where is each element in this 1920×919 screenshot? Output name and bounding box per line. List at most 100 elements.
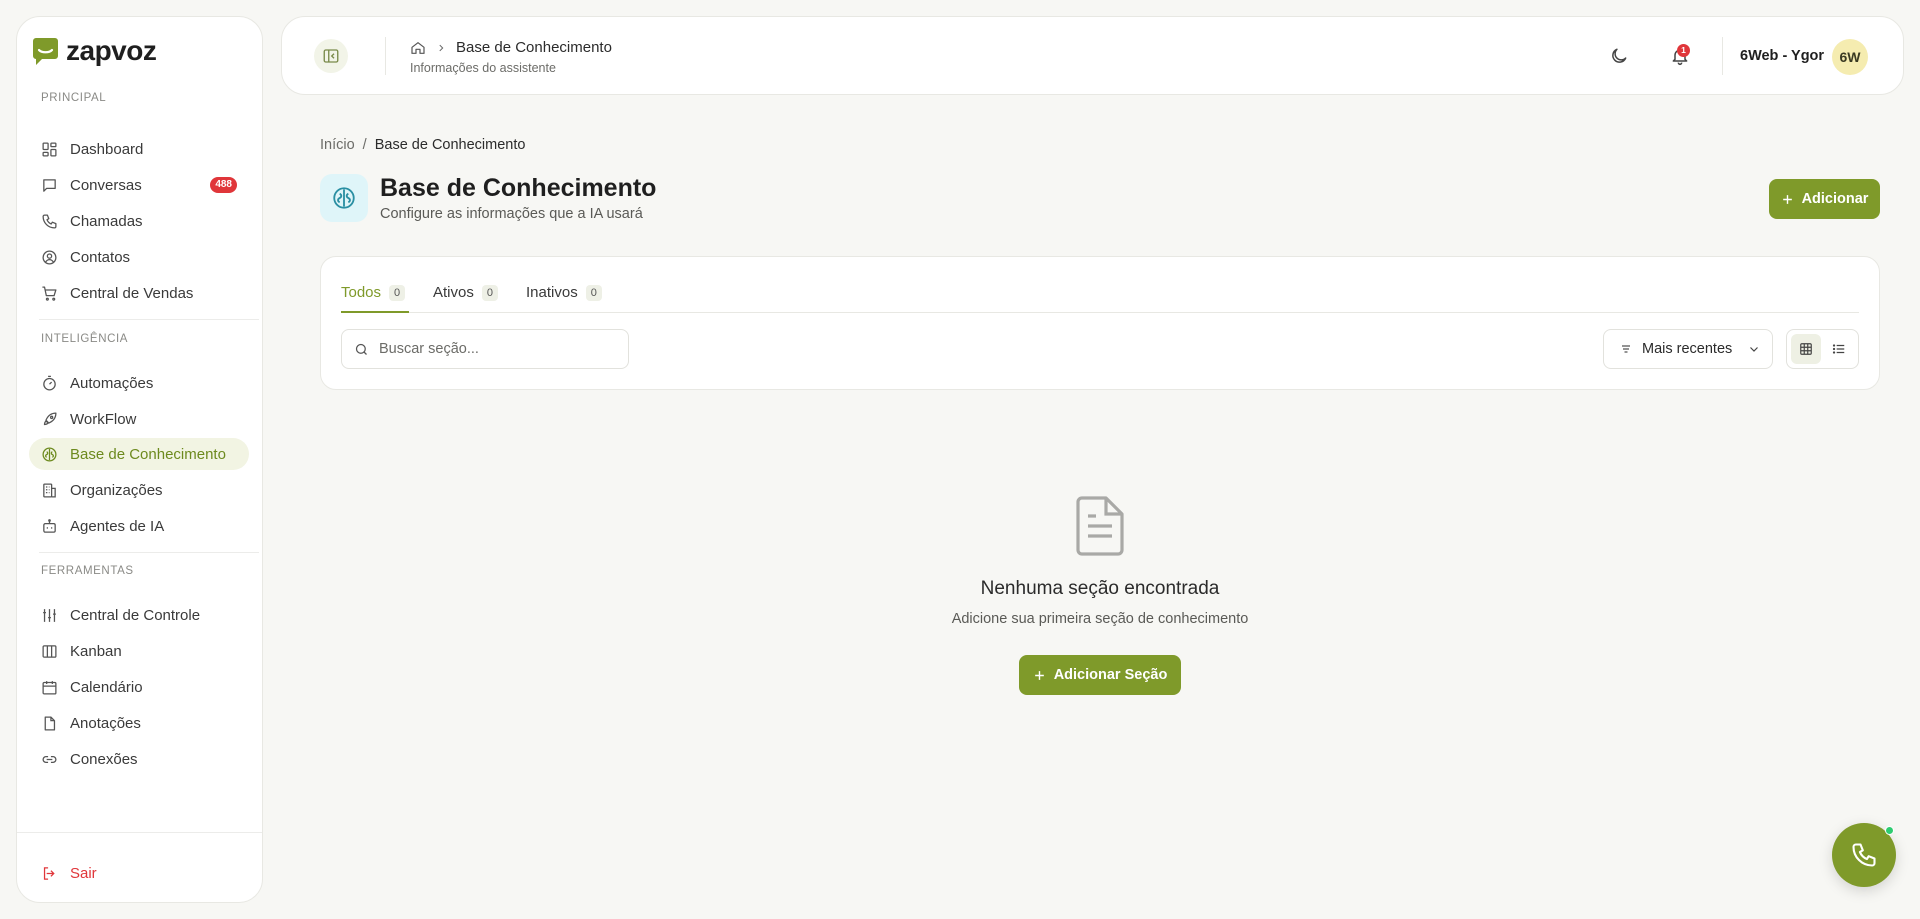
sidebar-item-label: Dashboard bbox=[70, 140, 144, 158]
page-icon bbox=[320, 174, 368, 222]
sidebar-item-label: Conversas bbox=[70, 176, 142, 194]
sidebar-item-agentes-de-ia[interactable]: Agentes de IA bbox=[29, 510, 249, 542]
sidebar-item-label: Calendário bbox=[70, 678, 143, 696]
logo-text: zapvoz bbox=[66, 35, 157, 66]
sidebar-item-organizacoes[interactable]: Organizações bbox=[29, 474, 249, 506]
unread-badge: 488 bbox=[210, 177, 237, 193]
plus-icon bbox=[1782, 194, 1792, 204]
tab-todos[interactable]: Todos 0 bbox=[341, 277, 409, 313]
sidebar-item-conexoes[interactable]: Conexões bbox=[29, 743, 249, 775]
online-status-dot bbox=[1885, 826, 1894, 835]
brain-icon bbox=[42, 446, 57, 462]
file-icon bbox=[44, 715, 56, 731]
logo-mark-icon bbox=[33, 37, 58, 65]
dashboard-icon bbox=[42, 141, 57, 157]
tab-count: 0 bbox=[481, 285, 498, 301]
search-icon bbox=[355, 343, 367, 355]
page-title: Base de Conhecimento bbox=[380, 174, 657, 202]
sidebar-item-label: Conexões bbox=[70, 750, 138, 768]
tab-ativos[interactable]: Ativos 0 bbox=[433, 277, 498, 313]
empty-document-icon bbox=[1076, 496, 1124, 556]
sort-lines-icon bbox=[1622, 345, 1630, 353]
header-divider bbox=[385, 37, 386, 75]
section-title-ferramentas: FERRAMENTAS bbox=[41, 565, 134, 577]
calendar-icon bbox=[42, 680, 57, 695]
sidebar-item-label: Kanban bbox=[70, 642, 122, 660]
sidebar-item-contatos[interactable]: Contatos bbox=[29, 241, 249, 273]
sidebar-item-automacoes[interactable]: Automações bbox=[29, 367, 249, 399]
sidebar-item-label: Chamadas bbox=[70, 212, 143, 230]
sidebar-item-label: Organizações bbox=[70, 481, 163, 499]
add-section-label: Adicionar Seção bbox=[1053, 667, 1168, 683]
sidebar-item-label: Automações bbox=[70, 374, 154, 392]
home-icon[interactable] bbox=[410, 40, 426, 56]
plus-icon bbox=[1034, 670, 1044, 680]
tab-label: Todos bbox=[341, 284, 382, 301]
sidebar-item-label: Base de Conhecimento bbox=[70, 445, 226, 463]
search-input[interactable] bbox=[379, 341, 609, 357]
view-toggle bbox=[1786, 329, 1859, 369]
add-button[interactable]: Adicionar bbox=[1769, 179, 1880, 219]
section-title-principal: PRINCIPAL bbox=[41, 92, 107, 104]
chat-icon bbox=[43, 178, 56, 192]
tab-count: 0 bbox=[585, 285, 602, 301]
list-view-button[interactable] bbox=[1825, 334, 1855, 364]
collapse-sidebar-button[interactable] bbox=[314, 39, 348, 73]
link-icon bbox=[42, 755, 57, 763]
sidebar-divider bbox=[17, 832, 262, 833]
sidebar-item-base-de-conhecimento[interactable]: Base de Conhecimento bbox=[29, 438, 249, 470]
kanban-icon bbox=[42, 644, 57, 658]
sidebar-item-kanban[interactable]: Kanban bbox=[29, 635, 249, 667]
bot-icon bbox=[43, 518, 56, 533]
logout-icon bbox=[43, 867, 55, 880]
tab-inativos[interactable]: Inativos 0 bbox=[526, 277, 602, 313]
tab-count: 0 bbox=[389, 285, 406, 301]
sidebar-item-label: Agentes de IA bbox=[70, 517, 165, 535]
notification-badge: 1 bbox=[1677, 44, 1690, 57]
panel-left-icon bbox=[323, 49, 339, 63]
logout-button[interactable]: Sair bbox=[41, 865, 97, 882]
building-icon bbox=[43, 482, 56, 498]
breadcrumb-current: Base de Conhecimento bbox=[374, 137, 526, 153]
logo[interactable]: zapvoz bbox=[33, 35, 157, 66]
avatar[interactable]: 6W bbox=[1832, 39, 1868, 75]
cart-icon bbox=[42, 285, 57, 301]
grid-view-button[interactable] bbox=[1791, 334, 1821, 364]
sidebar-item-workflow[interactable]: WorkFlow bbox=[29, 403, 249, 435]
sidebar-divider bbox=[39, 552, 259, 553]
chevron-down-icon bbox=[1750, 347, 1759, 352]
rocket-icon bbox=[43, 411, 57, 425]
timer-icon bbox=[43, 375, 56, 391]
chevron-right-icon bbox=[439, 44, 444, 51]
brain-icon bbox=[333, 187, 355, 209]
user-circle-icon bbox=[42, 249, 57, 265]
sidebar-item-calendario[interactable]: Calendário bbox=[29, 671, 249, 703]
tab-label: Inativos bbox=[526, 284, 578, 301]
empty-state-subtitle: Adicione sua primeira seção de conhecime… bbox=[951, 611, 1249, 627]
moon-icon[interactable] bbox=[1609, 46, 1629, 66]
sidebar-item-anotacoes[interactable]: Anotações bbox=[29, 707, 249, 739]
header-title: Base de Conhecimento bbox=[456, 39, 612, 56]
sidebar-item-conversas[interactable]: Conversas 488 bbox=[29, 169, 249, 201]
header-subtitle: Informações do assistente bbox=[410, 61, 556, 75]
sort-label: Mais recentes bbox=[1642, 341, 1733, 357]
breadcrumb: Início / Base de Conhecimento bbox=[320, 137, 525, 153]
header-divider bbox=[1722, 37, 1723, 75]
user-name[interactable]: 6Web - Ygor bbox=[1740, 48, 1824, 64]
phone-icon bbox=[42, 213, 57, 229]
logout-label: Sair bbox=[70, 865, 97, 882]
top-header: Base de Conhecimento Informações do assi… bbox=[281, 16, 1904, 95]
add-section-button[interactable]: Adicionar Seção bbox=[1019, 655, 1181, 695]
filter-card: Todos 0 Ativos 0 Inativos 0 Mais recente… bbox=[320, 256, 1880, 390]
status-tabs: Todos 0 Ativos 0 Inativos 0 bbox=[341, 277, 1859, 313]
sort-dropdown[interactable]: Mais recentes bbox=[1603, 329, 1773, 369]
sidebar-item-central-de-vendas[interactable]: Central de Vendas bbox=[29, 277, 249, 309]
sidebar-item-dashboard[interactable]: Dashboard bbox=[29, 133, 249, 165]
list-icon bbox=[1833, 344, 1845, 354]
sidebar-divider bbox=[39, 319, 259, 320]
header-breadcrumb: Base de Conhecimento bbox=[410, 39, 612, 56]
breadcrumb-home-link[interactable]: Início bbox=[320, 137, 355, 153]
page-subtitle: Configure as informações que a IA usará bbox=[380, 206, 643, 222]
sidebar-item-chamadas[interactable]: Chamadas bbox=[29, 205, 249, 237]
empty-state-title: Nenhuma seção encontrada bbox=[980, 578, 1220, 599]
